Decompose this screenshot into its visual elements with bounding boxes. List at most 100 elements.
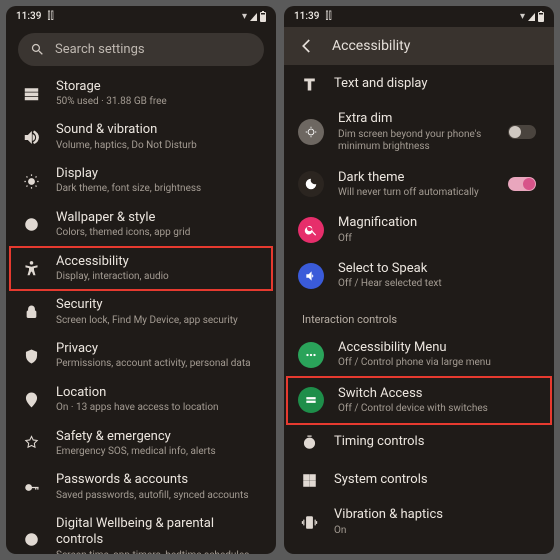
item-subtitle: Permissions, account activity, personal …: [56, 358, 262, 371]
a11y-item-timing[interactable]: Timing controls: [288, 423, 550, 461]
item-title: Select to Speak: [338, 261, 540, 277]
status-time: 11:39: [294, 11, 319, 22]
wifi-icon: ▾: [520, 11, 525, 22]
text-icon: [298, 73, 320, 95]
item-title: Wallpaper & style: [56, 210, 262, 226]
a11y-item-switch[interactable]: Switch AccessOff / Control device with s…: [288, 378, 550, 424]
item-subtitle: Display, interaction, audio: [56, 271, 262, 284]
item-subtitle: Colors, themed icons, app grid: [56, 227, 262, 240]
item-title: Dark theme: [338, 170, 494, 186]
settings-item-wellbeing[interactable]: Digital Wellbeing & parental controlsScr…: [10, 509, 272, 554]
location-icon: [20, 389, 42, 411]
settings-item-display[interactable]: DisplayDark theme, font size, brightness: [10, 159, 272, 203]
wifi-icon: ▾: [242, 11, 247, 22]
a11y-item-text[interactable]: Text and display: [288, 65, 550, 103]
item-subtitle: Will never turn off automatically: [338, 187, 494, 200]
a11y-item-dots[interactable]: Accessibility MenuOff / Control phone vi…: [288, 332, 550, 378]
display-icon: [20, 170, 42, 192]
signal-icon: [250, 13, 257, 21]
item-title: Text and display: [334, 76, 540, 92]
wellbeing-icon: [20, 528, 42, 550]
dark-icon: [298, 171, 324, 197]
item-subtitle: 50% used · 31.88 GB free: [56, 96, 262, 109]
sound-icon: [20, 126, 42, 148]
a11y-item-magnify[interactable]: Magnification Off: [288, 207, 550, 253]
item-title: System controls: [334, 472, 540, 488]
status-bar: 11:39 ⫿⫿ ▾: [284, 6, 554, 27]
item-title: Safety & emergency: [56, 429, 262, 445]
timing-icon: [298, 431, 320, 453]
item-title: Extra dim: [338, 111, 494, 127]
item-subtitle: Off / Control device with switches: [338, 403, 540, 416]
item-subtitle: Screen lock, Find My Device, app securit…: [56, 315, 262, 328]
item-subtitle: Off / Control phone via large menu: [338, 357, 540, 370]
settings-item-passwords[interactable]: Passwords & accounts Saved passwords, aut…: [10, 465, 272, 509]
magnify-icon: [298, 217, 324, 243]
extradim-icon: [298, 119, 324, 145]
privacy-icon: [20, 345, 42, 367]
item-title: Magnification: [338, 215, 540, 231]
item-subtitle: On: [334, 525, 540, 538]
item-title: Timing controls: [334, 434, 540, 450]
item-title: Display: [56, 166, 262, 182]
item-subtitle: Off: [338, 233, 540, 246]
storage-icon: [20, 83, 42, 105]
search-icon: [30, 42, 45, 57]
battery-icon: [260, 12, 266, 22]
item-title: Sound & vibration: [56, 122, 262, 138]
item-subtitle: Dim screen beyond your phone's minimum b…: [338, 129, 494, 154]
accessibility-screen: 11:39 ⫿⫿ ▾ Accessibility Text and displa…: [284, 6, 554, 554]
switch-icon: [298, 387, 324, 413]
item-title: Location: [56, 385, 262, 401]
item-title: Vibration & haptics: [334, 507, 540, 523]
toggle[interactable]: [508, 125, 536, 139]
battery-icon: [538, 12, 544, 22]
toggle[interactable]: [508, 177, 536, 191]
item-subtitle: Volume, haptics, Do Not Disturb: [56, 140, 262, 153]
system-icon: [298, 469, 320, 491]
item-title: Digital Wellbeing & parental controls: [56, 516, 262, 549]
dots-icon: [298, 342, 324, 368]
item-subtitle: On · 13 apps have access to location: [56, 402, 262, 415]
signal-icon: [528, 13, 535, 21]
search-placeholder: Search settings: [55, 42, 145, 57]
a11y-item-speak[interactable]: Select to SpeakOff / Hear selected text: [288, 253, 550, 299]
item-subtitle: Screen time, app timers, bedtime schedul…: [56, 550, 262, 554]
item-subtitle: Dark theme, font size, brightness: [56, 183, 262, 196]
item-title: Passwords & accounts: [56, 472, 262, 488]
passwords-icon: [20, 476, 42, 498]
status-icon: ⫿⫿: [325, 11, 331, 22]
settings-item-accessibility[interactable]: AccessibilityDisplay, interaction, audio: [10, 247, 272, 291]
status-bar: 11:39 ⫿⫿ ▾: [6, 6, 276, 27]
a11y-item-dark[interactable]: Dark themeWill never turn off automatica…: [288, 162, 550, 208]
settings-item-security[interactable]: Security Screen lock, Find My Device, app…: [10, 290, 272, 334]
settings-item-sound[interactable]: Sound & vibration Volume, haptics, Do Not…: [10, 115, 272, 159]
settings-item-storage[interactable]: Storage50% used · 31.88 GB free: [10, 72, 272, 116]
item-subtitle: Saved passwords, autofill, synced accoun…: [56, 490, 262, 503]
item-title: Security: [56, 297, 262, 313]
settings-item-wallpaper[interactable]: Wallpaper & styleColors, themed icons, a…: [10, 203, 272, 247]
safety-icon: [20, 433, 42, 455]
settings-item-privacy[interactable]: PrivacyPermissions, account activity, pe…: [10, 334, 272, 378]
a11y-item-extradim[interactable]: Extra dim Dim screen beyond your phone's …: [288, 103, 550, 161]
settings-item-location[interactable]: LocationOn · 13 apps have access to loca…: [10, 378, 272, 422]
a11y-item-vibration[interactable]: Vibration & haptics On: [288, 499, 550, 545]
security-icon: [20, 301, 42, 323]
item-title: Privacy: [56, 341, 262, 357]
accessibility-icon: [20, 258, 42, 280]
item-subtitle: Emergency SOS, medical info, alerts: [56, 446, 262, 459]
settings-main-screen: 11:39 ⫿⫿ ▾ Search settings Storage50% us…: [6, 6, 276, 554]
speak-icon: [298, 263, 324, 289]
vibration-icon: [298, 511, 320, 533]
item-title: Switch Access: [338, 386, 540, 402]
appbar-title: Accessibility: [332, 38, 410, 54]
item-title: Accessibility: [56, 254, 262, 270]
status-time: 11:39: [16, 11, 41, 22]
search-settings-input[interactable]: Search settings: [18, 33, 264, 66]
app-bar: Accessibility: [284, 27, 554, 65]
back-icon[interactable]: [298, 37, 316, 55]
section-interaction-controls: Interaction controls: [288, 299, 550, 332]
item-title: Accessibility Menu: [338, 340, 540, 356]
a11y-item-system[interactable]: System controls: [288, 461, 550, 499]
settings-item-safety[interactable]: Safety & emergencyEmergency SOS, medical…: [10, 422, 272, 466]
